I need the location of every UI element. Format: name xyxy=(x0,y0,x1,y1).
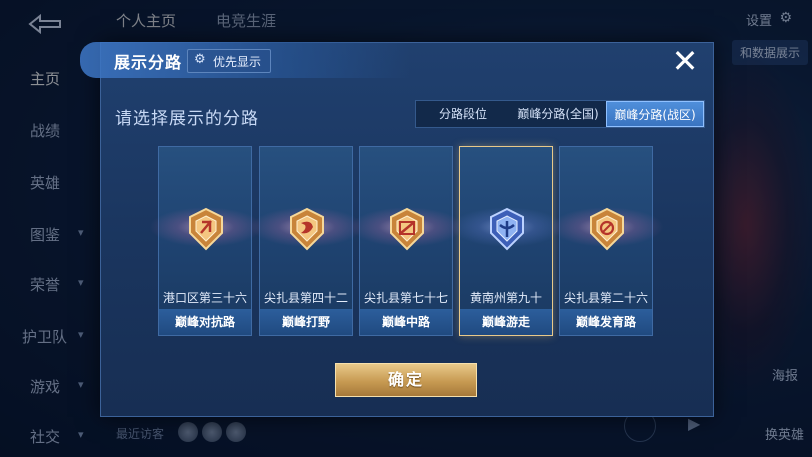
segment-lane-rank[interactable]: 分路段位 xyxy=(416,101,510,127)
card-lane-label: 巅峰游走 xyxy=(460,309,552,335)
jungle-badge-icon xyxy=(290,207,324,251)
lane-type-segmented-control: 分路段位 巅峰分路(全国) 巅峰分路(战区) xyxy=(415,100,705,128)
lane-card-support[interactable]: 黄南州第九十 巅峰游走 xyxy=(450,146,564,336)
segment-peak-lane-region[interactable]: 巅峰分路(战区) xyxy=(606,101,704,127)
card-region: 港口区第三十六 xyxy=(162,291,247,305)
card-lane-label: 巅峰对抗路 xyxy=(159,309,251,335)
segment-peak-lane-national[interactable]: 巅峰分路(全国) xyxy=(510,101,606,127)
priority-display-label: 优先显示 xyxy=(213,55,262,69)
close-button[interactable]: ✕ xyxy=(667,44,703,80)
card-region: 黄南州第九十 xyxy=(469,291,542,305)
card-lane-label: 巅峰发育路 xyxy=(560,309,652,335)
card-lane-label: 巅峰打野 xyxy=(260,309,352,335)
lane-card-jungle[interactable]: 尖扎县第四十二 巅峰打野 xyxy=(250,146,364,336)
card-region: 尖扎县第四十二 xyxy=(263,291,348,305)
dialog-subtitle: 请选择展示的分路 xyxy=(115,109,259,129)
card-lane-label: 巅峰中路 xyxy=(360,309,452,335)
gear-icon: ⚙ xyxy=(194,52,206,67)
priority-display-button[interactable]: ⚙ 优先显示 xyxy=(187,49,271,73)
bot-lane-badge-icon xyxy=(590,207,624,251)
support-badge-icon xyxy=(490,207,524,251)
dialog-title: 展示分路 xyxy=(114,53,183,72)
mid-lane-badge-icon xyxy=(390,207,424,251)
lane-card-mid[interactable]: 尖扎县第七十七 巅峰中路 xyxy=(350,146,464,336)
lane-card-bot[interactable]: 尖扎县第二十六 巅峰发育路 xyxy=(550,146,664,336)
card-region: 尖扎县第七十七 xyxy=(363,291,448,305)
top-lane-badge-icon xyxy=(189,207,223,251)
confirm-button[interactable]: 确定 xyxy=(335,363,477,397)
card-region: 尖扎县第二十六 xyxy=(563,291,648,305)
lane-card-top[interactable]: 港口区第三十六 巅峰对抗路 xyxy=(149,146,263,336)
